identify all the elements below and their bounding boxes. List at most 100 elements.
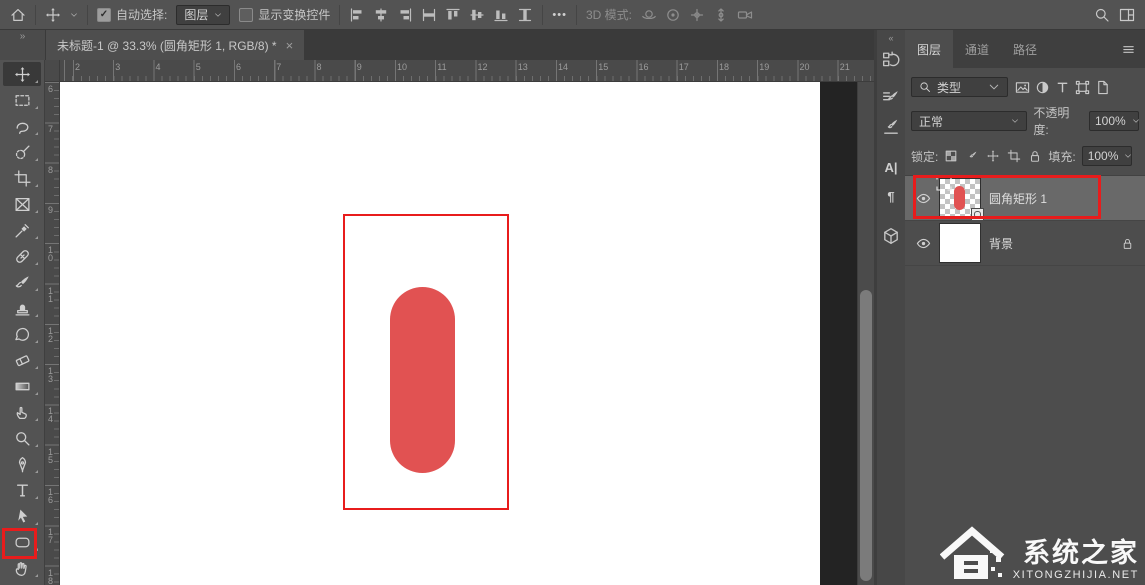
lock-pixels-icon[interactable] [965,149,979,163]
chevron-down-icon [1124,152,1132,160]
dodge-tool[interactable] [3,426,41,450]
lasso-tool[interactable] [3,114,41,138]
quick-selection-tool[interactable] [3,140,41,164]
search-icon[interactable] [1094,7,1110,23]
layer-name[interactable]: 圆角矩形 1 [989,190,1047,207]
healing-brush-tool[interactable] [3,244,41,268]
pixel-layer-filter-icon[interactable] [1015,80,1030,95]
fill-dropdown[interactable]: 100% [1082,146,1132,166]
brush-icon [14,274,31,291]
gradient-tool[interactable] [3,374,41,398]
tab-layers[interactable]: 图层 [905,30,953,68]
paragraph-panel-icon[interactable]: ¶ [882,187,900,205]
tab-channels[interactable]: 通道 [953,30,1001,68]
smudge-tool[interactable] [3,400,41,424]
path-selection-tool[interactable] [3,504,41,528]
layer-filter-dropdown[interactable]: 类型 [911,77,1008,97]
tools-collapse-button[interactable]: » [0,30,46,60]
3d-panel-icon[interactable] [882,227,900,245]
layer-lock-icon [1121,237,1134,250]
ruler-number: 1 6 [48,488,53,504]
history-brush-tool[interactable] [3,322,41,346]
blend-mode-dropdown[interactable]: 正常 [911,111,1027,131]
distribute-h-icon[interactable] [421,7,437,23]
distribute-v-icon[interactable] [517,7,533,23]
hand-tool[interactable] [3,556,41,580]
adjustment-layer-filter-icon[interactable] [1035,80,1050,95]
align-top-icon[interactable] [445,7,461,23]
ruler-origin-corner[interactable] [45,60,60,82]
eraser-tool[interactable] [3,348,41,372]
type-layer-filter-icon[interactable] [1055,80,1070,95]
layer-row-rounded-rectangle[interactable]: 圆角矩形 1 [905,176,1145,221]
auto-select-target-dropdown[interactable]: 图层 [176,5,230,25]
close-tab-icon[interactable]: × [286,38,294,53]
horizontal-ruler[interactable]: 23456789101112131415161718192021 [60,60,874,82]
brush-settings-icon[interactable] [882,89,900,107]
current-tool-move-icon[interactable] [45,7,61,23]
home-icon[interactable] [10,7,26,23]
layer-row-background[interactable]: 背景 [905,221,1145,266]
3d-orbit-icon[interactable] [641,7,657,23]
frame-tool[interactable] [3,192,41,216]
brush-tool[interactable] [3,270,41,294]
auto-select-checkbox[interactable] [97,8,111,22]
3d-roll-icon[interactable] [665,7,681,23]
visibility-eye-icon[interactable] [916,191,931,206]
smart-object-filter-icon[interactable] [1095,80,1110,95]
type-tool[interactable] [3,478,41,502]
auto-select-option[interactable]: 自动选择: [97,6,167,23]
opacity-dropdown[interactable]: 100% [1089,111,1139,131]
divider [35,5,36,25]
auto-select-label: 自动选择: [116,6,167,23]
show-transform-option[interactable]: 显示变换控件 [239,6,330,23]
collapse-glyph: » [20,31,26,42]
tab-paths[interactable]: 路径 [1001,30,1049,68]
lock-transparency-icon[interactable] [944,149,958,163]
tool-preset-chevron-icon[interactable] [70,11,78,19]
layer-thumbnail[interactable] [940,224,980,262]
clone-stamp-tool[interactable] [3,296,41,320]
document-tab[interactable]: 未标题-1 @ 33.3% (圆角矩形 1, RGB/8) * × [46,30,304,60]
rounded-rectangle-tool[interactable] [3,530,41,554]
align-center-v-icon[interactable] [469,7,485,23]
align-center-h-icon[interactable] [373,7,389,23]
workspace-switcher-icon[interactable] [1119,7,1135,23]
panel-icon-strip: « A| ¶ [877,30,905,585]
panel-menu-icon[interactable] [1121,42,1136,57]
canvas[interactable] [60,82,820,585]
rectangular-marquee-tool[interactable] [3,88,41,112]
show-transform-checkbox[interactable] [239,8,253,22]
character-panel-icon[interactable]: A| [882,158,900,176]
visibility-eye-icon[interactable] [916,236,931,251]
rounded-rectangle-shape[interactable] [390,287,455,473]
lock-all-icon[interactable] [1028,149,1042,163]
align-left-icon[interactable] [349,7,365,23]
3d-pan-icon[interactable] [689,7,705,23]
layer-thumbnail[interactable] [940,179,980,217]
ruler-number: 1 2 [48,327,53,343]
lock-artboard-icon[interactable] [1007,149,1021,163]
3d-camera-icon[interactable] [737,7,753,23]
align-bottom-icon[interactable] [493,7,509,23]
lock-position-icon[interactable] [986,149,1000,163]
align-right-icon[interactable] [397,7,413,23]
move-tool[interactable] [3,62,41,86]
scrollbar-thumb[interactable] [860,290,872,581]
shape-layer-filter-icon[interactable] [1075,80,1090,95]
history-panel-icon[interactable] [882,51,900,69]
document-tabbar: » 未标题-1 @ 33.3% (圆角矩形 1, RGB/8) * × [0,30,875,60]
crop-tool[interactable] [3,166,41,190]
more-options-icon[interactable]: ••• [552,9,567,21]
vertical-scrollbar[interactable] [857,82,874,585]
type-icon [14,482,31,499]
pen-tool[interactable] [3,452,41,476]
quick-selection-icon [14,144,31,161]
layer-name[interactable]: 背景 [989,235,1013,252]
brushes-panel-icon[interactable] [882,118,900,136]
vertical-ruler[interactable]: 67891 01 11 21 31 41 51 61 71 8 [45,82,60,585]
panels-collapse-button[interactable]: « [888,30,893,44]
3d-slide-icon[interactable] [713,7,729,23]
crop-icon [14,170,31,187]
eyedropper-tool[interactable] [3,218,41,242]
